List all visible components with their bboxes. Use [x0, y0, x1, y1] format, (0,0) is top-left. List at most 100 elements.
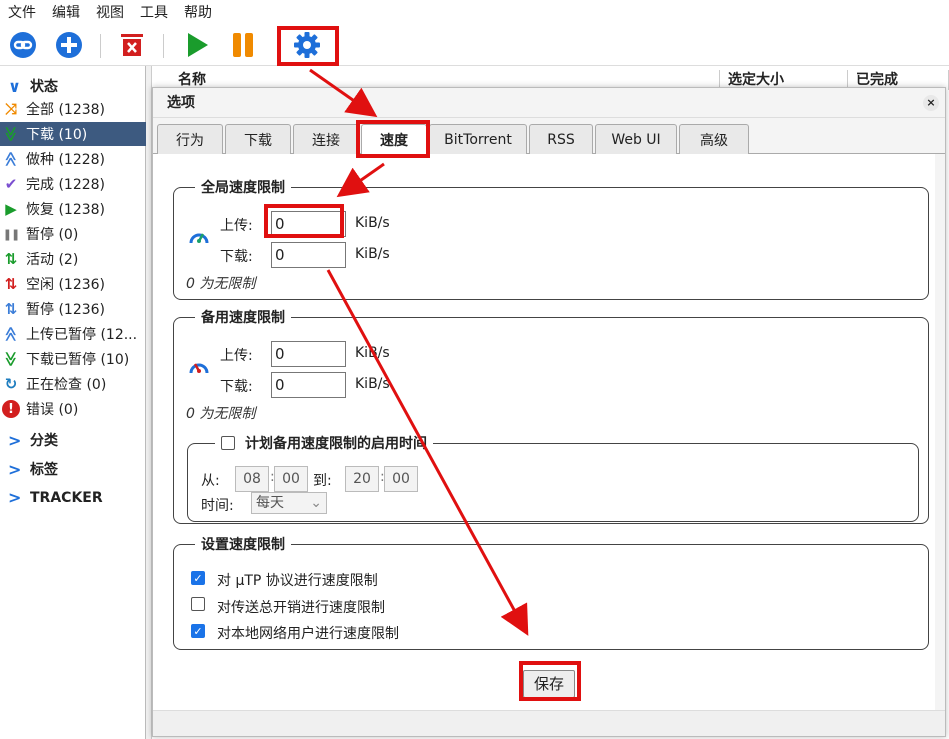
refresh-icon: ↻	[4, 375, 18, 393]
sidebar-item-label: 做种 (1228)	[26, 152, 106, 168]
dialog-scrollbar[interactable]	[935, 154, 945, 714]
chevron-down-icon: ∨	[8, 76, 21, 96]
rate-settings-legend: 设置速度限制	[195, 534, 291, 554]
sidebar-status-item[interactable]: ≪ 做种 (1228)	[0, 147, 146, 171]
chevron-right-icon: >	[8, 488, 22, 507]
alt-download-unit: KiB/s	[355, 376, 390, 392]
global-speed-legend: 全局速度限制	[195, 177, 291, 197]
tags-section-header[interactable]: > 标签	[8, 459, 58, 479]
sidebar-status-item[interactable]: ≪ 上传已暂停 (12...	[0, 322, 146, 346]
schedule-legend-label: 计划备用速度限制的启用时间	[245, 436, 427, 452]
schedule-when-select[interactable]: 每天 ⌄	[251, 492, 327, 514]
tab-rss[interactable]: RSS	[529, 124, 593, 154]
error-icon: !	[2, 400, 20, 418]
delete-icon[interactable]	[117, 30, 147, 60]
sidebar-item-label: 上传已暂停 (12...	[26, 327, 138, 343]
utp-rate-checkbox[interactable]: ✓	[191, 571, 205, 585]
schedule-from-label: 从:	[201, 473, 220, 489]
menu-file[interactable]: 文件	[0, 2, 44, 22]
sidebar-status-item[interactable]: ⇅ 暂停 (1236)	[0, 297, 146, 321]
sidebar-item-label: 下载已暂停 (10)	[26, 352, 130, 368]
global-upload-input[interactable]: 0	[271, 211, 346, 237]
alt-download-label: 下载:	[220, 379, 253, 395]
sidebar-status-item[interactable]: ▶ 恢复 (1238)	[0, 197, 146, 221]
schedule-from-minute[interactable]: 00	[274, 466, 308, 492]
sidebar-item-label: 完成 (1228)	[26, 177, 106, 193]
status-header-label: 状态	[30, 79, 58, 95]
alt-upload-input[interactable]: 0	[271, 341, 346, 367]
trackers-label: TRACKER	[30, 489, 103, 506]
gear-icon[interactable]	[292, 30, 322, 60]
idle-icon: ⇅	[4, 275, 18, 293]
alt-speedometer-icon	[188, 357, 210, 383]
trackers-section-header[interactable]: > TRACKER	[8, 488, 103, 507]
schedule-checkbox[interactable]	[221, 436, 235, 450]
tab-downloads[interactable]: 下载	[225, 124, 291, 154]
download-paused-icon: ≫	[1, 351, 20, 367]
schedule-from-hour[interactable]: 08	[235, 466, 269, 492]
save-button[interactable]: 保存	[523, 670, 575, 698]
schedule-legend: 计划备用速度限制的启用时间	[215, 433, 433, 453]
schedule-to-hour[interactable]: 20	[345, 466, 379, 492]
play-icon[interactable]	[182, 30, 212, 60]
global-unlimited-note: 0 为无限制	[186, 276, 256, 292]
global-upload-label: 上传:	[220, 218, 253, 234]
toolbar-separator	[163, 34, 164, 58]
alt-download-input[interactable]: 0	[271, 372, 346, 398]
schedule-when-label: 时间:	[201, 498, 234, 514]
check-icon: ✔	[4, 175, 18, 193]
status-section-header[interactable]: ∨ 状态	[8, 76, 58, 96]
pause-icon[interactable]	[228, 30, 258, 60]
schedule-when-value: 每天	[256, 495, 284, 511]
link-icon[interactable]	[8, 30, 38, 60]
overhead-rate-checkbox[interactable]	[191, 597, 205, 611]
categories-section-header[interactable]: > 分类	[8, 430, 58, 450]
alt-upload-label: 上传:	[220, 348, 253, 364]
lan-rate-label: 对本地网络用户进行速度限制	[217, 626, 399, 642]
chevron-right-icon: >	[8, 459, 22, 479]
sidebar-status-item[interactable]: ↻ 正在检查 (0)	[0, 372, 146, 396]
close-icon[interactable]: ×	[923, 95, 939, 111]
tags-label: 标签	[30, 462, 58, 478]
options-dialog: 选项 × 行为 下载 连接 速度 BitTorrent RSS Web UI 高…	[152, 87, 946, 737]
sidebar-status-item[interactable]: ⇅ 空闲 (1236)	[0, 272, 146, 296]
alt-upload-unit: KiB/s	[355, 345, 390, 361]
chevron-right-icon: >	[8, 430, 22, 450]
tab-webui[interactable]: Web UI	[595, 124, 677, 154]
sidebar-item-label: 全部 (1238)	[26, 102, 106, 118]
tab-bittorrent[interactable]: BitTorrent	[429, 124, 527, 154]
sidebar-status-item[interactable]: ! 错误 (0)	[0, 397, 146, 421]
add-icon[interactable]	[54, 30, 84, 60]
toolbar	[0, 24, 949, 66]
sidebar-status-item[interactable]: ≫ 下载 (10)	[0, 122, 146, 146]
sidebar-item-label: 下载 (10)	[26, 127, 88, 143]
tab-speed[interactable]: 速度	[361, 124, 427, 155]
sidebar-item-label: 正在检查 (0)	[26, 377, 107, 393]
sidebar-item-label: 恢复 (1238)	[26, 202, 106, 218]
global-download-label: 下载:	[220, 249, 253, 265]
tab-behavior[interactable]: 行为	[157, 124, 223, 154]
play-icon: ▶	[5, 200, 17, 218]
dialog-footer-scrollbar	[153, 710, 945, 736]
sidebar-status-item[interactable]: ≫ 下载已暂停 (10)	[0, 347, 146, 371]
lan-rate-checkbox[interactable]: ✓	[191, 624, 205, 638]
sidebar-item-label: 错误 (0)	[26, 402, 79, 418]
sidebar-status-item[interactable]: ✔ 完成 (1228)	[0, 172, 146, 196]
schedule-to-minute[interactable]: 00	[384, 466, 418, 492]
menu-edit[interactable]: 编辑	[44, 2, 88, 22]
alt-speed-legend: 备用速度限制	[195, 307, 291, 327]
menu-help[interactable]: 帮助	[176, 2, 220, 22]
overhead-rate-label: 对传送总开销进行速度限制	[217, 600, 385, 616]
sidebar-status-item[interactable]: ⤨ 全部 (1238)	[0, 97, 146, 121]
sidebar-status-item[interactable]: ⇅ 活动 (2)	[0, 247, 146, 271]
tab-connection[interactable]: 连接	[293, 124, 359, 154]
shuffle-icon: ⤨	[4, 100, 17, 118]
utp-rate-label: 对 µTP 协议进行速度限制	[217, 573, 378, 589]
menu-tools[interactable]: 工具	[132, 2, 176, 22]
tab-advanced[interactable]: 高级	[679, 124, 749, 154]
sidebar-status-item[interactable]: ❚❚ 暂停 (0)	[0, 222, 146, 246]
download-icon: ≫	[1, 126, 20, 142]
chevron-down-icon: ⌄	[310, 495, 322, 511]
menu-view[interactable]: 视图	[88, 2, 132, 22]
global-download-input[interactable]: 0	[271, 242, 346, 268]
